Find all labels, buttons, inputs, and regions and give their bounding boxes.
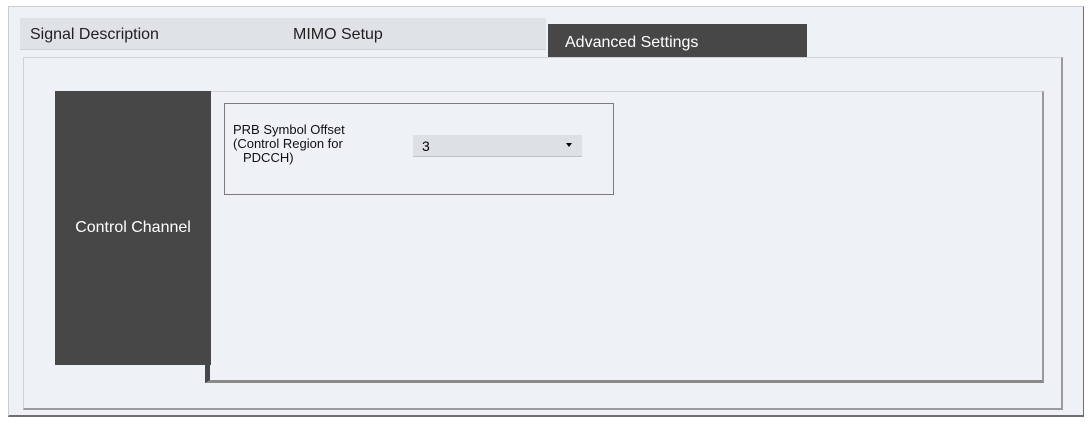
chevron-down-icon xyxy=(566,143,572,147)
prb-symbol-offset-dropdown[interactable]: 3 xyxy=(413,135,582,157)
tab-signal-description[interactable]: Signal Description xyxy=(20,18,283,50)
label-line-3: PDCCH) xyxy=(243,150,294,165)
label-line-2: (Control Region for xyxy=(233,136,343,151)
side-tab-control-channel[interactable]: Control Channel xyxy=(55,91,211,365)
prb-symbol-offset-label: PRB Symbol Offset (Control Region for PD… xyxy=(233,123,345,165)
label-line-1: PRB Symbol Offset xyxy=(233,122,345,137)
tab-mimo-setup[interactable]: MIMO Setup xyxy=(283,18,546,50)
side-tab-label: Control Channel xyxy=(75,219,191,236)
tab-advanced-settings[interactable]: Advanced Settings xyxy=(548,24,807,58)
dropdown-value: 3 xyxy=(422,138,430,154)
